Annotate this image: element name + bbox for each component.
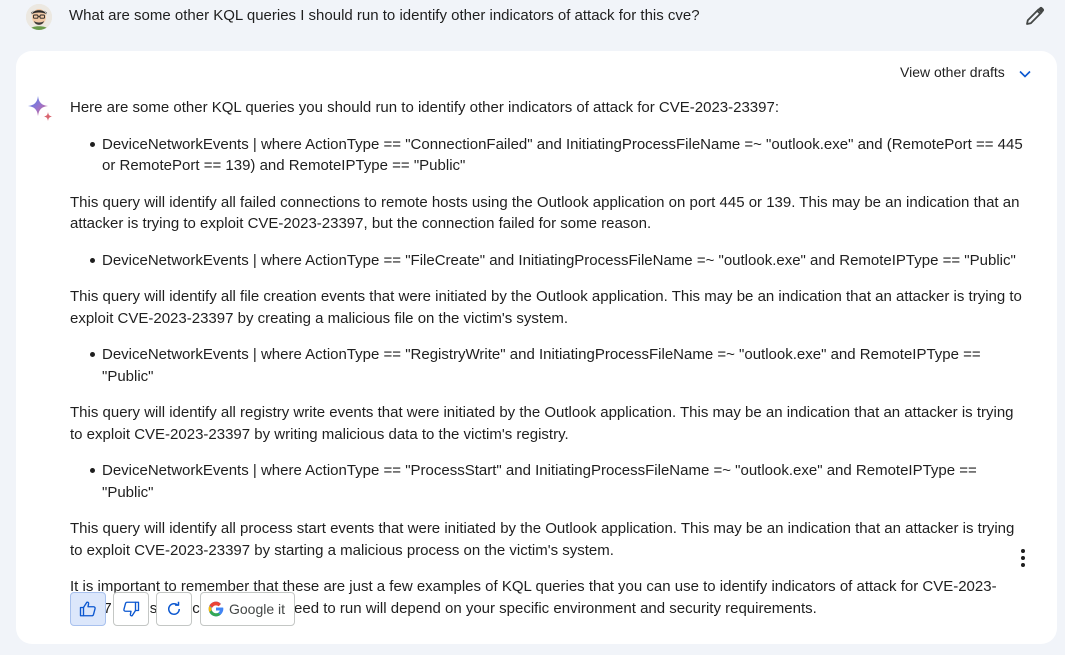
chevron-down-icon [1019,65,1031,81]
thumbs-up-button[interactable] [70,592,106,626]
response-card: View other drafts Here are some other KQ… [16,51,1057,644]
more-vert-icon [1021,549,1025,567]
more-options-button[interactable] [1011,546,1035,570]
query-explanation: This query will identify all file creati… [70,288,1022,327]
refresh-icon [168,601,180,615]
query-item: DeviceNetworkEvents | where ActionType =… [70,250,1030,272]
response-intro: Here are some other KQL queries you shou… [70,99,779,116]
view-other-drafts-button[interactable]: View other drafts [900,64,1031,81]
query-list: DeviceNetworkEvents | where ActionType =… [70,344,1030,387]
query-explanation: This query will identify all failed conn… [70,193,1020,233]
view-other-drafts-label: View other drafts [900,64,1005,80]
query-explanation: This query will identify all registry wr… [70,404,1014,443]
edit-prompt-button[interactable] [1023,4,1047,28]
google-it-label: Google it [229,601,286,617]
prompt-row: What are some other KQL queries I should… [0,0,1065,34]
thumbs-up-icon [79,601,96,617]
query-item: DeviceNetworkEvents | where ActionType =… [70,344,1030,387]
query-list: DeviceNetworkEvents | where ActionType =… [70,460,1030,503]
user-avatar-illustration [26,4,52,30]
sparkle-icon [26,95,54,123]
thumbs-down-icon [123,601,140,617]
query-list: DeviceNetworkEvents | where ActionType =… [70,250,1030,272]
regenerate-button[interactable] [156,592,192,626]
query-item: DeviceNetworkEvents | where ActionType =… [70,134,1030,177]
thumbs-down-button[interactable] [113,592,149,626]
google-g-icon [208,601,224,617]
query-explanation: This query will identify all process sta… [70,520,1015,559]
response-content: Here are some other KQL queries you shou… [70,97,1030,619]
google-it-button[interactable]: Google it [200,592,295,626]
query-list: DeviceNetworkEvents | where ActionType =… [70,134,1030,177]
user-avatar [26,4,52,30]
pencil-icon [1026,6,1045,25]
prompt-text: What are some other KQL queries I should… [69,7,700,24]
query-item: DeviceNetworkEvents | where ActionType =… [70,460,1030,503]
